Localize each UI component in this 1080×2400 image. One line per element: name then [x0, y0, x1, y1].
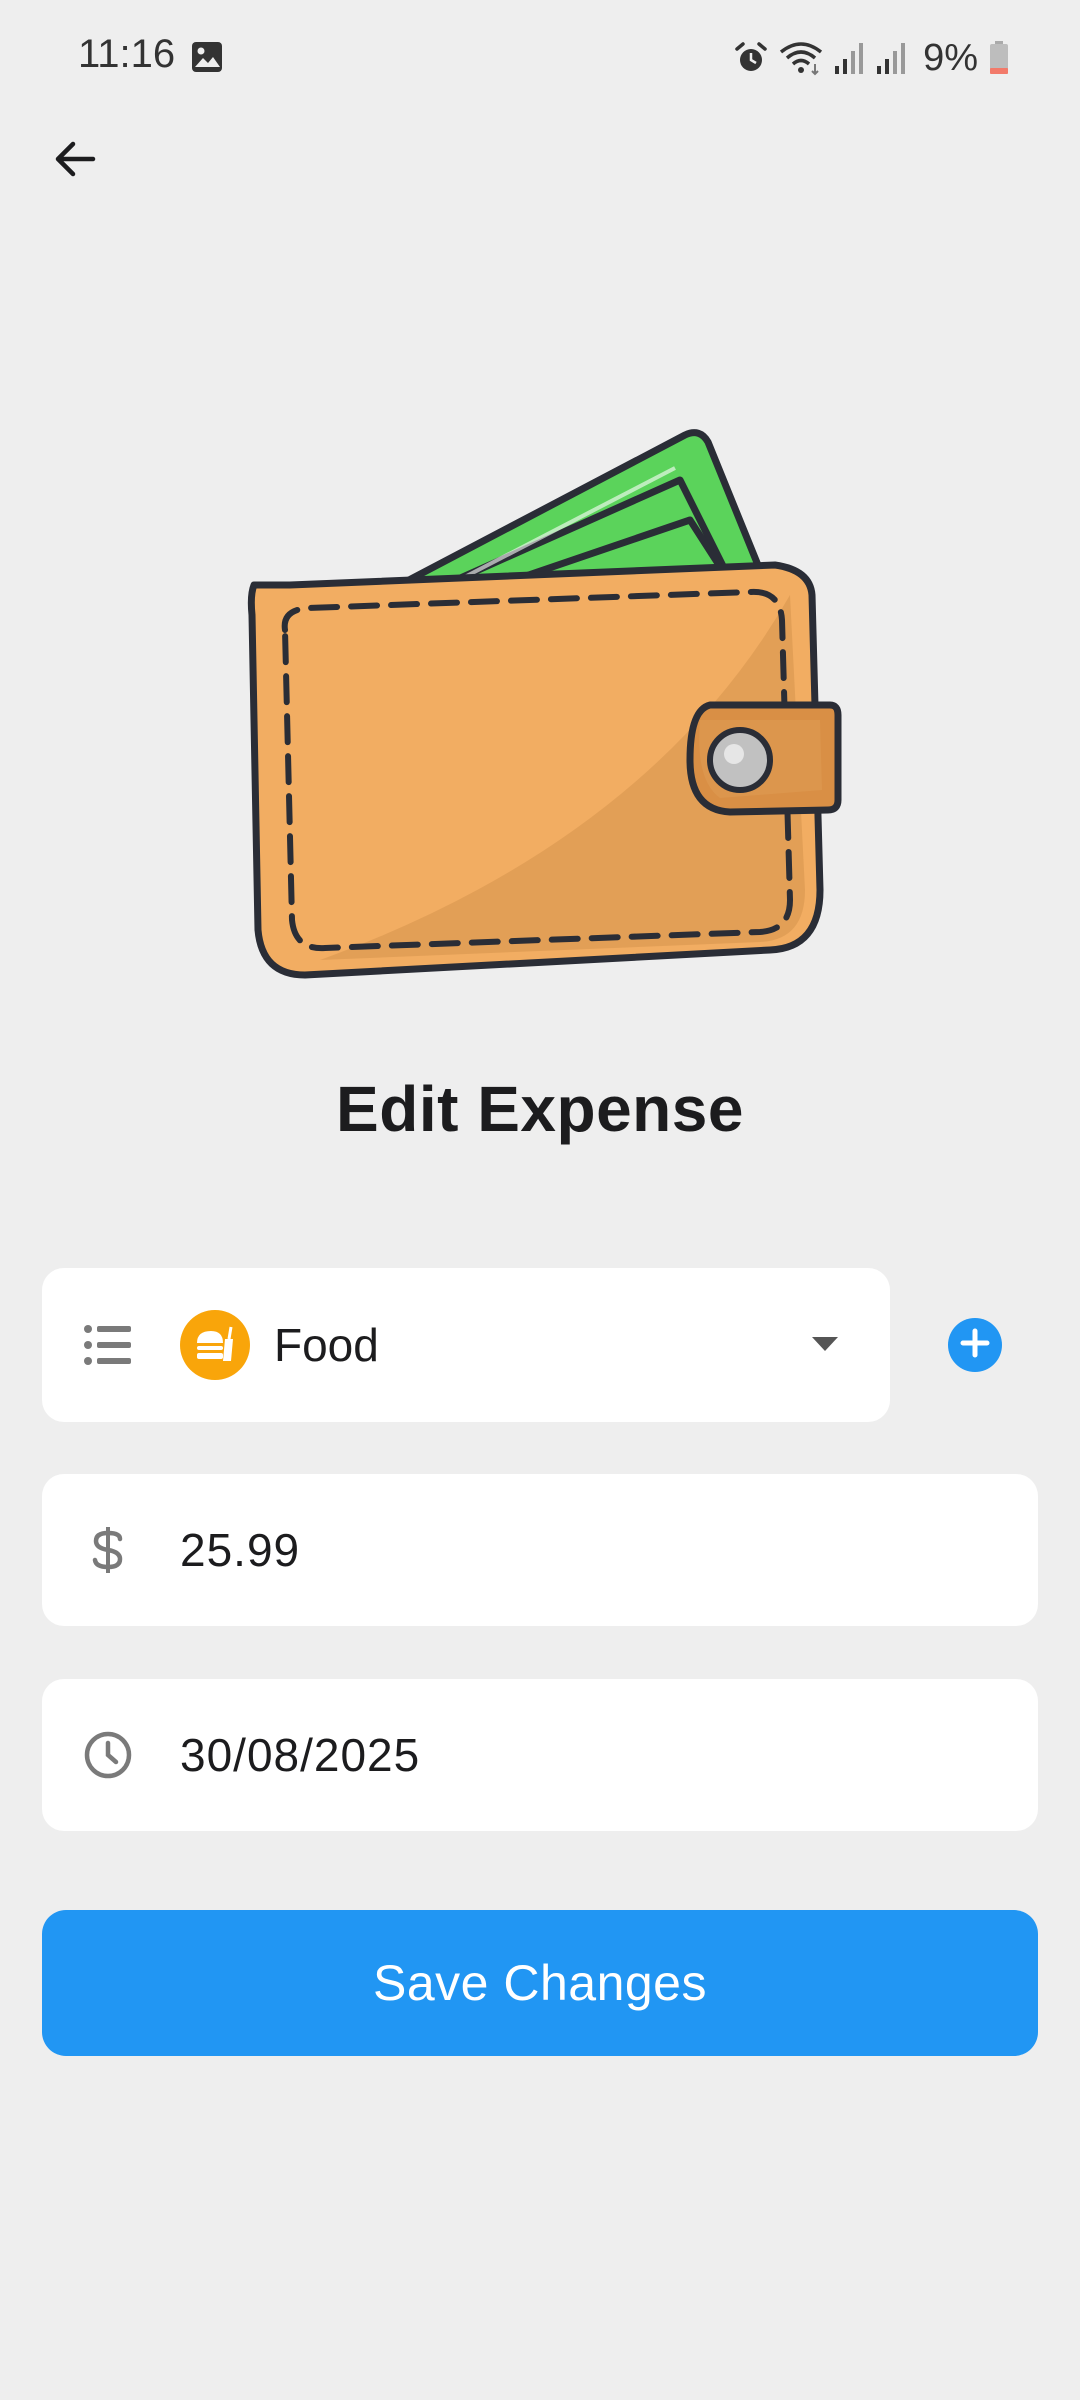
category-dropdown[interactable]: Food	[42, 1268, 890, 1422]
page-title: Edit Expense	[336, 1073, 744, 1145]
status-icons: 9%	[733, 30, 1010, 86]
wifi-icon	[779, 40, 823, 76]
add-category-button[interactable]	[948, 1318, 1002, 1372]
category-value: Food	[274, 1319, 379, 1371]
amount-value: 25.99	[180, 1524, 301, 1576]
signal-icon-2	[875, 40, 907, 76]
signal-icon	[833, 40, 865, 76]
food-icon	[180, 1310, 250, 1380]
chevron-down-icon	[810, 1335, 840, 1355]
date-field[interactable]: 30/08/2025	[42, 1679, 1038, 1831]
image-icon	[190, 40, 224, 74]
battery-icon	[988, 40, 1010, 76]
list-icon	[80, 1317, 136, 1373]
amount-field[interactable]: 25.99	[42, 1474, 1038, 1626]
back-button[interactable]	[40, 126, 110, 196]
battery-percentage: 9%	[923, 36, 978, 79]
wallet-illustration	[230, 420, 850, 1000]
status-bar: 11:16 9%	[0, 0, 1080, 120]
plus-icon	[960, 1328, 990, 1363]
dollar-icon	[80, 1522, 136, 1578]
arrow-left-icon	[51, 135, 99, 188]
save-changes-button[interactable]: Save Changes	[42, 1910, 1038, 2056]
clock-icon	[80, 1727, 136, 1783]
status-time: 11:16	[78, 32, 176, 76]
date-value: 30/08/2025	[180, 1729, 421, 1781]
alarm-icon	[733, 40, 769, 76]
